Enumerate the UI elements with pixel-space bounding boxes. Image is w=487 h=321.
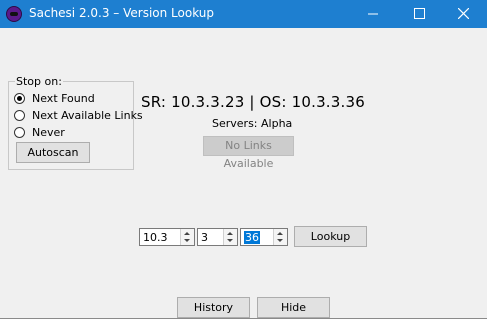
radio-label: Never	[32, 126, 65, 139]
spinner-arrows[interactable]	[180, 229, 194, 245]
down-arrow-icon[interactable]	[277, 239, 283, 242]
app-icon	[6, 6, 22, 22]
up-arrow-icon[interactable]	[277, 232, 283, 235]
version-major-spinner[interactable]: 10.3	[139, 228, 195, 246]
close-icon	[458, 8, 469, 19]
down-arrow-icon[interactable]	[227, 239, 233, 242]
radio-label: Next Found	[32, 92, 95, 105]
minimize-icon	[368, 13, 378, 15]
maximize-button[interactable]	[397, 0, 443, 28]
spinner-arrows[interactable]	[273, 229, 287, 245]
lookup-button[interactable]: Lookup	[294, 226, 367, 247]
up-arrow-icon[interactable]	[184, 232, 190, 235]
down-arrow-icon[interactable]	[184, 239, 190, 242]
version-build-spinner[interactable]: 36	[240, 228, 288, 246]
spinner-value[interactable]: 36	[244, 231, 260, 244]
no-links-button[interactable]: No Links Available	[203, 136, 294, 170]
servers-label: Servers: Alpha	[212, 117, 293, 130]
maximize-icon	[414, 8, 425, 19]
radio-unchecked-icon[interactable]	[14, 127, 25, 138]
up-arrow-icon[interactable]	[227, 232, 233, 235]
title-bar[interactable]: Sachesi 2.0.3 – Version Lookup	[0, 0, 487, 28]
spinner-value[interactable]: 3	[201, 231, 208, 244]
history-button[interactable]: History	[177, 297, 250, 318]
autoscan-button[interactable]: Autoscan	[16, 142, 90, 163]
close-button[interactable]	[441, 0, 487, 28]
minimize-button[interactable]	[351, 0, 397, 28]
spinner-value[interactable]: 10.3	[143, 231, 168, 244]
spinner-arrows[interactable]	[223, 229, 237, 245]
version-result: SR: 10.3.3.23 | OS: 10.3.3.36	[141, 93, 365, 111]
stop-on-legend: Stop on:	[15, 75, 63, 88]
window-title: Sachesi 2.0.3 – Version Lookup	[29, 6, 215, 20]
radio-label: Next Available Links	[32, 109, 143, 122]
radio-checked-icon[interactable]	[14, 93, 25, 104]
radio-unchecked-icon[interactable]	[14, 110, 25, 121]
version-minor-spinner[interactable]: 3	[197, 228, 238, 246]
hide-button[interactable]: Hide	[257, 297, 330, 318]
